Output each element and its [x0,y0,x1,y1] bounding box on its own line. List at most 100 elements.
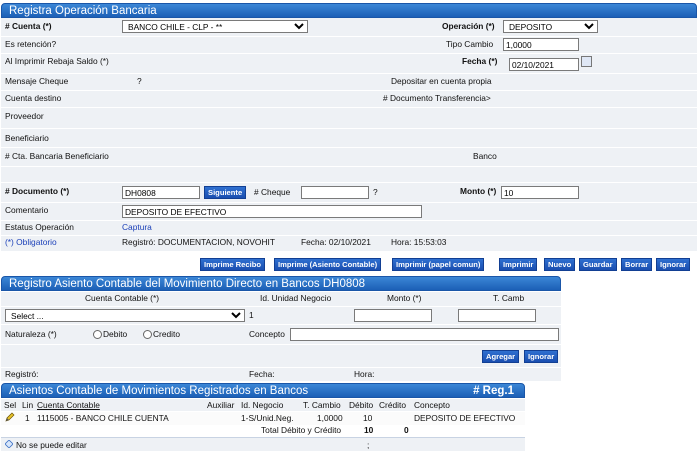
cheque-input[interactable] [301,186,369,199]
col-auxiliar: Auxiliar [207,400,235,410]
total-debito: 10 [364,425,374,435]
imprime-recibo-button[interactable]: Imprime Recibo [200,258,265,271]
row-tcambio: 1,0000 [317,413,343,423]
row-mensaje: Mensaje Cheque ? Depositar en cuenta pro… [1,74,697,90]
operacion-label: Operación (*) [442,21,495,31]
documento-label: # Documento (*) [5,186,70,196]
movimientos-header: Asientos Contable de Movimientos Registr… [1,383,525,398]
row-registro: (*) Obligatorio Registró: DOCUMENTACION,… [1,236,697,251]
col-t-cambio: T. Cambio [303,400,341,410]
total-label: Total Débito y Crédito [261,425,342,435]
col-credito: Crédito [379,400,406,410]
col-monto: Monto (*) [387,293,422,303]
concepto-input[interactable] [290,328,559,341]
doc-transferencia-label: # Documento Transferencia> [383,93,491,103]
imprimir-papel-button[interactable]: Imprimir (papel comun) [392,258,485,271]
guardar-button[interactable]: Guardar [579,258,617,271]
asiento-actions-row: Agregar Ignorar [1,345,561,367]
asiento-naturaleza-row: Naturaleza (*) Debito Credito Concepto [1,325,561,344]
movimientos-col-headers: Sel Lin Cuenta Contable Auxiliar Id. Neg… [1,399,525,411]
monto-label: Monto (*) [460,186,497,196]
row-proveedor: Proveedor [1,108,697,128]
asiento-header: Registro Asiento Contable del Movimiento… [1,276,561,291]
estatus-label: Estatus Operación [5,222,74,232]
imprimir-button[interactable]: Imprimir [499,258,538,271]
debito-radio-icon[interactable] [93,330,102,340]
credito-radio-icon[interactable] [143,330,152,340]
operacion-select[interactable]: DEPOSITO [503,20,598,33]
col-id-negocio: Id. Negocio [241,400,284,410]
comentario-input[interactable] [122,205,422,218]
tcamb-input[interactable] [458,309,536,322]
depositar-label: Depositar en cuenta propia [391,76,492,86]
movimientos-title: Asientos Contable de Movimientos Registr… [9,385,309,397]
col-concepto: Concepto [414,400,450,410]
edit-pencil-icon[interactable] [5,412,15,424]
borrar-button[interactable]: Borrar [621,258,653,271]
monto-asiento-input[interactable] [354,309,432,322]
asiento-hora-label: Hora: [354,369,375,379]
col-cuenta-contable-sort[interactable]: Cuenta Contable [37,400,100,410]
unidad-value: 1 [249,310,254,320]
form-header: Registra Operación Bancaria [1,3,697,18]
col-sel: Sel [4,400,17,410]
tipo-cambio-label: Tipo Cambio [446,39,494,49]
documento-input[interactable] [122,186,200,199]
nuevo-button[interactable]: Nuevo [544,258,576,271]
row-lin: 1 [25,413,30,423]
form-toolbar: Imprime Recibo Imprime (Asiento Contable… [0,257,698,273]
asiento-title: Registro Asiento Contable del Movimiento… [9,278,366,290]
row-documento: # Documento (*) Siguiente # Cheque ? Mon… [1,183,697,202]
info-icon [4,439,14,450]
col-debito: Débito [349,400,374,410]
tipo-cambio-input[interactable] [503,38,579,51]
rebaja-label: Al Imprimir Rebaja Saldo (*) [5,56,109,66]
cheque-help-icon[interactable]: ? [373,187,378,197]
row-negocio: 1-S/Unid.Neg. [241,413,294,423]
credito-radio[interactable]: Credito [143,329,180,340]
col-cuenta-contable: Cuenta Contable (*) [85,293,160,303]
row-cuenta: 1115005 - BANCO CHILE CUENTA [37,413,169,423]
form-title: Registra Operación Bancaria [9,5,157,17]
row-spacer [1,167,697,182]
asiento-registro-label: Registró: [5,369,39,379]
obligatorio-note: (*) Obligatorio [5,237,57,247]
cheque-label: # Cheque [254,187,291,197]
asiento-fecha-label: Fecha: [249,369,275,379]
calendar-icon[interactable] [581,56,592,67]
row-estatus: Estatus Operación Captura [1,221,697,235]
naturaleza-label: Naturaleza (*) [5,329,57,339]
row-beneficiario: Beneficiario [1,129,697,147]
row-cuenta: # Cuenta (*) BANCO CHILE - CLP - ** Oper… [1,18,697,36]
col-tcamb: T. Camb [493,293,525,303]
total-credito: 0 [404,425,409,435]
row-comentario: Comentario [1,203,697,220]
monto-input[interactable] [501,186,579,199]
asiento-registro-row: Registró: Fecha: Hora: [1,368,561,381]
banco-label: Banco [473,151,497,161]
credito-radio-label: Credito [153,329,180,339]
ignorar-button[interactable]: Ignorar [656,258,691,271]
fecha-input[interactable] [509,58,579,71]
row-retencion: Es retención? Tipo Cambio [1,37,697,53]
debito-radio[interactable]: Debito [93,329,127,340]
row-cuenta-destino: Cuenta destino # Documento Transferencia… [1,91,697,107]
hora-text: Hora: 15:53:03 [391,237,447,247]
row-debito: 10 [363,413,373,423]
cuenta-select[interactable]: BANCO CHILE - CLP - ** [122,20,308,33]
ignorar-asiento-button[interactable]: Ignorar [524,350,559,363]
proveedor-label: Proveedor [5,111,44,121]
mensaje-cheque-label: Mensaje Cheque [5,76,69,86]
row-concepto: DEPOSITO DE EFECTIVO [414,413,516,423]
imprime-asiento-button[interactable]: Imprime (Asiento Contable) [274,258,382,271]
agregar-button[interactable]: Agregar [482,350,520,363]
table-row[interactable]: 1 1115005 - BANCO CHILE CUENTA 1-S/Unid.… [1,412,525,425]
es-retencion-label: Es retención? [5,39,57,49]
cuenta-contable-select[interactable]: Select ... [5,309,245,322]
asiento-col-headers: Cuenta Contable (*) Id. Unidad Negocio M… [1,292,561,306]
cuenta-label: # Cuenta (*) [5,21,52,31]
mensaje-help-icon[interactable]: ? [137,76,142,86]
siguiente-button[interactable]: Siguiente [204,186,247,199]
estatus-value: Captura [122,222,152,232]
footer-note: No se puede editar [16,440,87,450]
